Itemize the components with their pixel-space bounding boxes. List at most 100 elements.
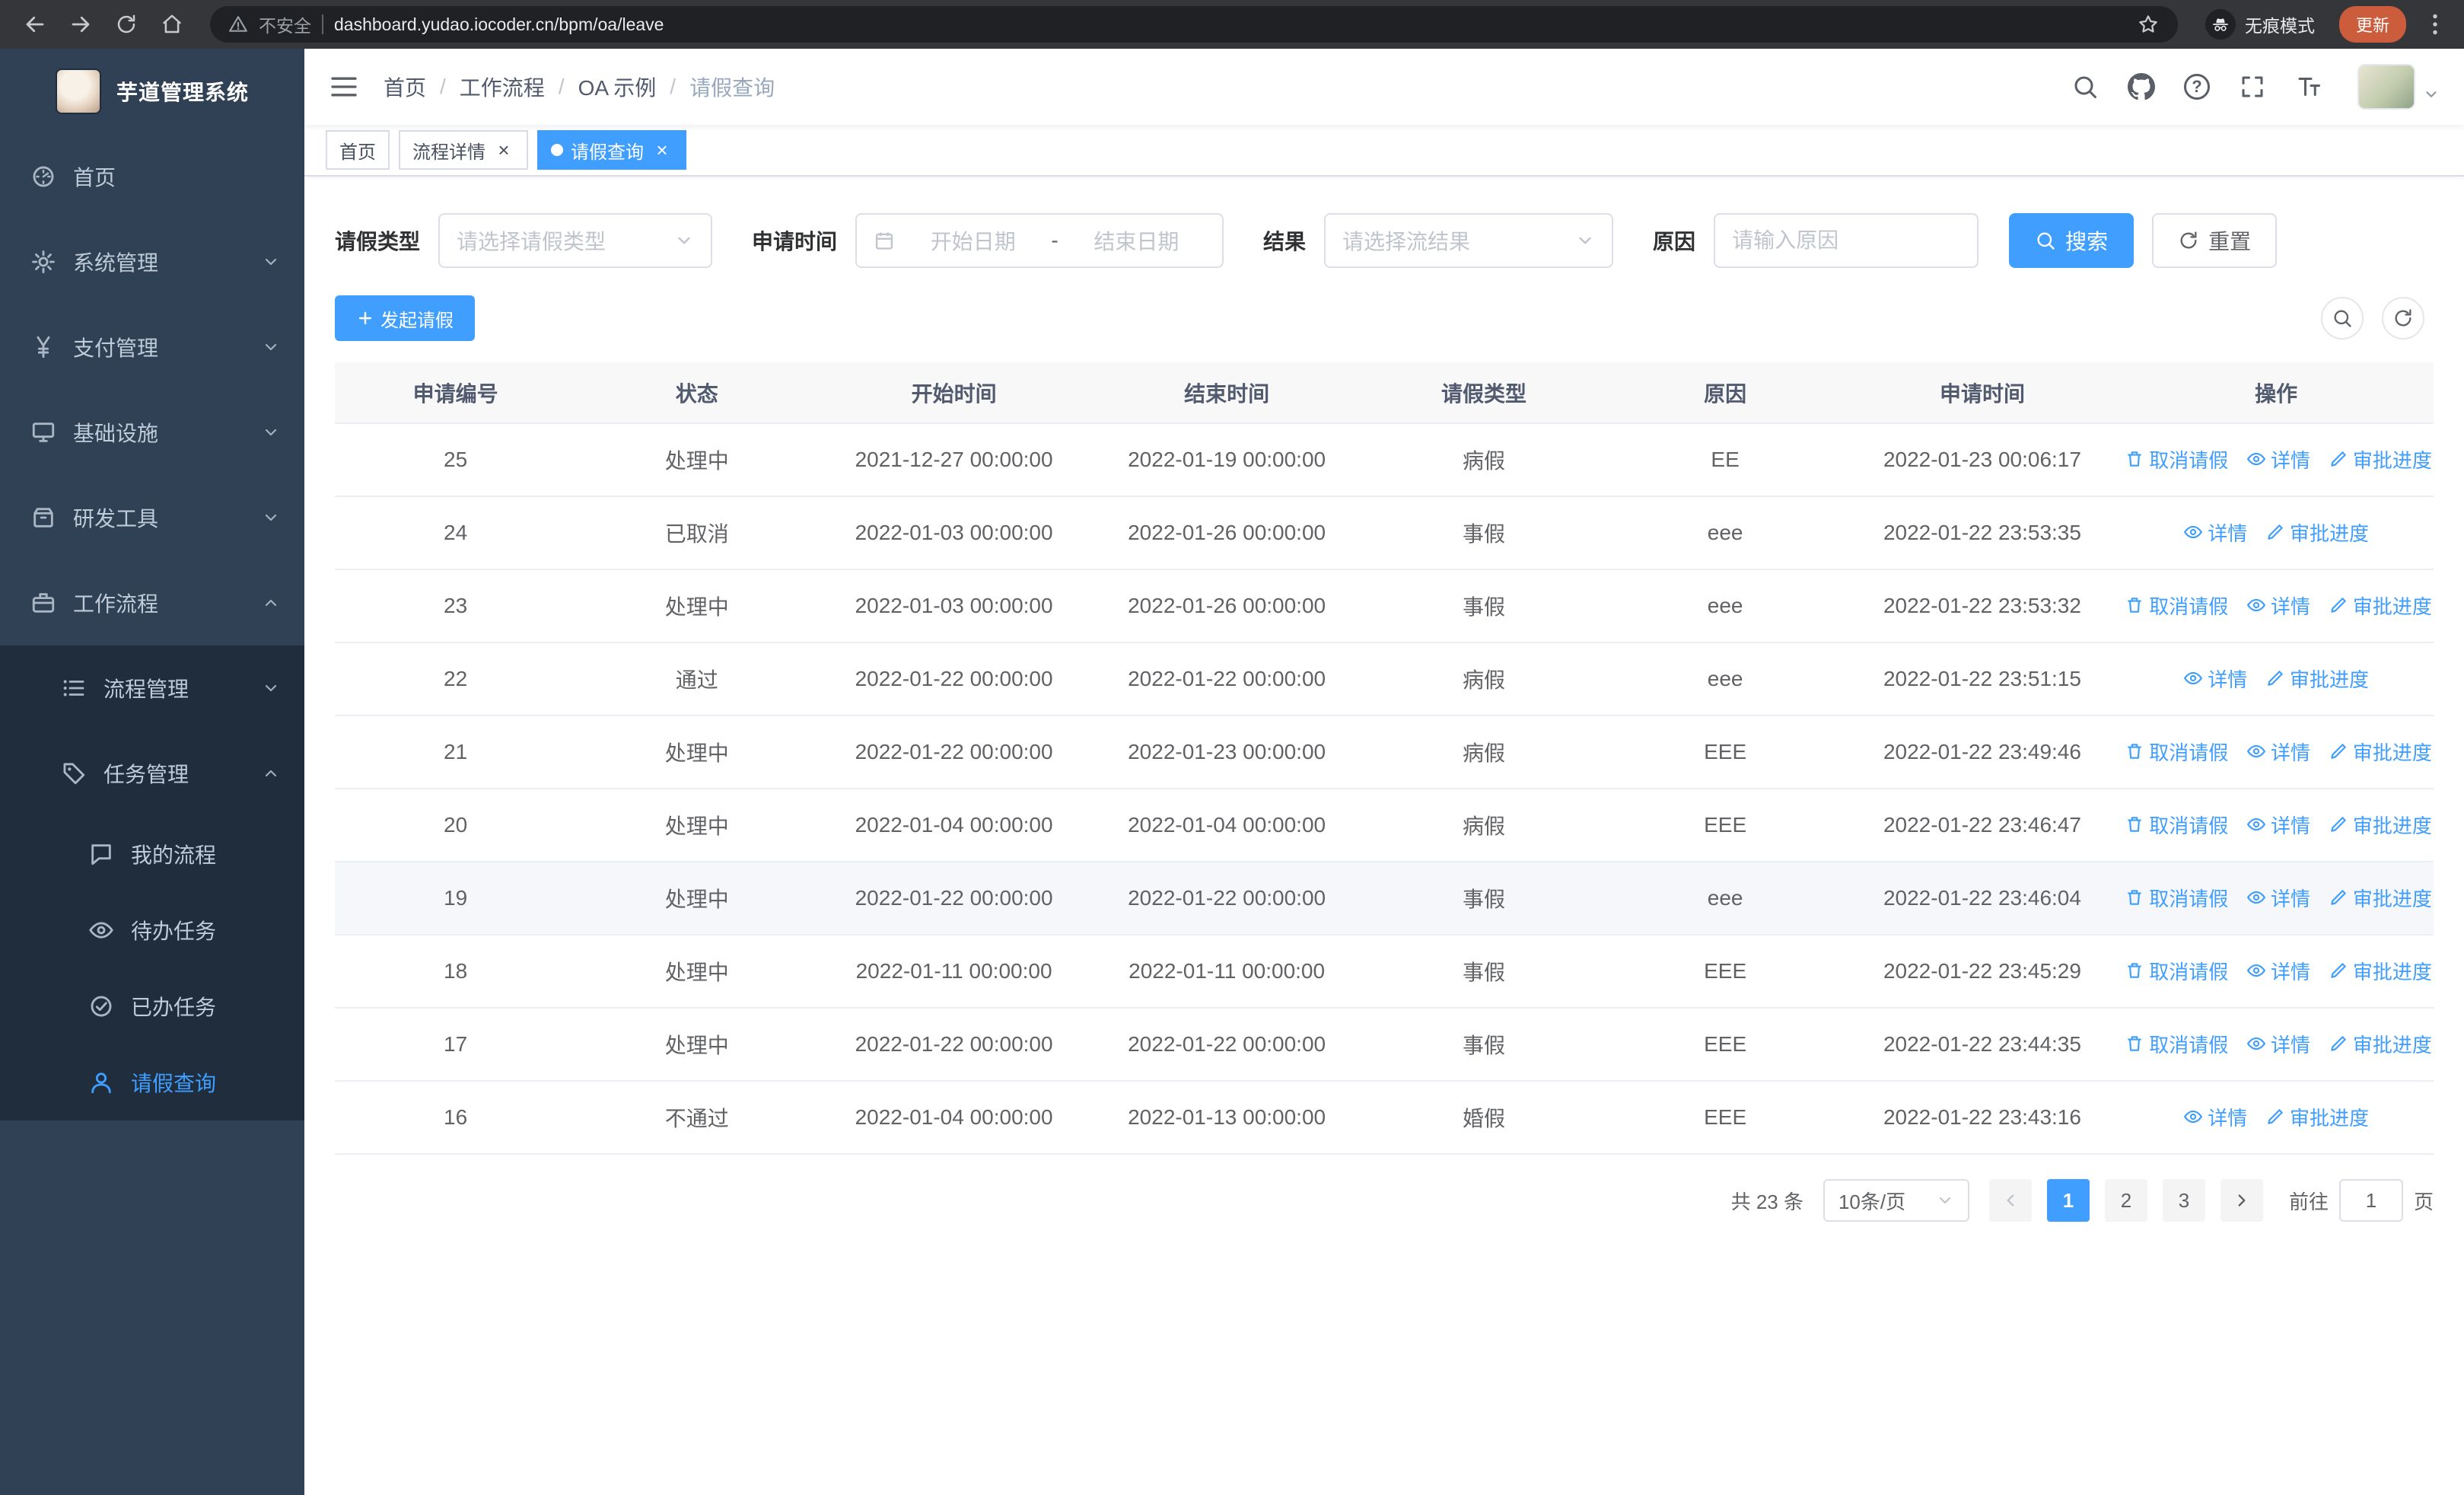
cancel-leave-link[interactable]: 取消请假 — [2125, 957, 2228, 985]
cancel-leave-link[interactable]: 取消请假 — [2125, 884, 2228, 912]
approval-progress-link[interactable]: 审批进度 — [2329, 957, 2432, 985]
detail-link[interactable]: 详情 — [2246, 957, 2310, 985]
approval-progress-link[interactable]: 审批进度 — [2329, 591, 2432, 620]
detail-link[interactable]: 详情 — [2246, 1030, 2310, 1058]
browser-reload-button[interactable] — [107, 5, 146, 44]
sidebar-item-workflow[interactable]: 工作流程 — [0, 560, 304, 645]
tab-process-detail[interactable]: 流程详情 × — [399, 130, 528, 170]
sidebar-item-task-mgmt[interactable]: 任务管理 — [0, 731, 304, 816]
cell-status: 处理中 — [576, 569, 818, 643]
detail-link[interactable]: 详情 — [2246, 811, 2310, 839]
table-refresh-button[interactable] — [2382, 297, 2424, 339]
cancel-leave-link[interactable]: 取消请假 — [2125, 445, 2228, 473]
breadcrumb-oa-example[interactable]: OA 示例 — [578, 72, 657, 102]
chevron-down-icon — [262, 423, 280, 441]
detail-link[interactable]: 详情 — [2183, 665, 2247, 693]
approval-progress-link[interactable]: 审批进度 — [2265, 518, 2369, 547]
approval-progress-link[interactable]: 审批进度 — [2265, 665, 2369, 693]
browser-back-button[interactable] — [15, 5, 55, 44]
reason-input[interactable] — [1714, 213, 1979, 268]
browser-forward-button[interactable] — [61, 5, 100, 44]
browser-home-button[interactable] — [152, 5, 192, 44]
detail-link[interactable]: 详情 — [2246, 884, 2310, 912]
table-row: 18 处理中 2022-01-11 00:00:00 2022-01-11 00… — [335, 935, 2434, 1009]
search-button[interactable]: 搜索 — [2009, 213, 2135, 268]
start-date-placeholder[interactable]: 开始日期 — [904, 225, 1042, 256]
sidebar-item-leave-query[interactable]: 请假查询 — [0, 1044, 304, 1120]
table-row: 19 处理中 2022-01-22 00:00:00 2022-01-22 00… — [335, 862, 2434, 936]
cell-reason: EEE — [1604, 1081, 1846, 1155]
cancel-leave-link[interactable]: 取消请假 — [2125, 738, 2228, 766]
security-warning[interactable]: 不安全 — [259, 11, 311, 37]
breadcrumb-home[interactable]: 首页 — [384, 72, 426, 102]
approval-progress-link[interactable]: 审批进度 — [2265, 1103, 2369, 1131]
sidebar-item-infrastructure[interactable]: 基础设施 — [0, 390, 304, 475]
cancel-leave-link[interactable]: 取消请假 — [2125, 811, 2228, 839]
browser-update-button[interactable]: 更新 — [2338, 6, 2406, 43]
app-logo[interactable]: 芋道管理系统 — [0, 49, 304, 134]
chat-icon — [88, 841, 114, 867]
table-search-toggle-button[interactable] — [2321, 297, 2364, 339]
result-select[interactable]: 请选择流结果 — [1324, 213, 1614, 268]
sidebar-item-my-process[interactable]: 我的流程 — [0, 816, 304, 892]
tab-leave-query[interactable]: 请假查询 × — [537, 130, 686, 170]
approval-progress-link[interactable]: 审批进度 — [2329, 811, 2432, 839]
sidebar-item-dev-tools[interactable]: 研发工具 — [0, 475, 304, 560]
approval-progress-link[interactable]: 审批进度 — [2329, 884, 2432, 912]
omnibox-divider — [322, 14, 323, 34]
trash-icon — [2125, 814, 2144, 834]
detail-link[interactable]: 详情 — [2183, 518, 2247, 547]
cancel-leave-link[interactable]: 取消请假 — [2125, 591, 2228, 620]
next-page-button[interactable] — [2220, 1179, 2263, 1222]
cell-start-time: 2022-01-04 00:00:00 — [817, 1081, 1090, 1155]
goto-page-input[interactable] — [2338, 1179, 2403, 1222]
gear-icon — [30, 249, 56, 275]
user-menu[interactable] — [2357, 64, 2440, 110]
prev-page-button[interactable] — [1988, 1179, 2032, 1222]
close-icon[interactable]: × — [651, 139, 673, 161]
approval-progress-link[interactable]: 审批进度 — [2329, 445, 2432, 473]
sidebar-item-todo-tasks[interactable]: 待办任务 — [0, 892, 304, 968]
page-size-select[interactable]: 10条/页 — [1823, 1179, 1969, 1222]
cell-status: 处理中 — [576, 862, 818, 936]
cell-leave-type: 病假 — [1363, 423, 1605, 497]
browser-menu-icon[interactable] — [2421, 11, 2449, 38]
reset-button[interactable]: 重置 — [2152, 213, 2278, 268]
apply-time-range[interactable]: 开始日期 - 结束日期 — [855, 213, 1224, 268]
page-button-1[interactable]: 1 — [2046, 1179, 2090, 1222]
sidebar-item-done-tasks[interactable]: 已办任务 — [0, 968, 304, 1044]
tab-home[interactable]: 首页 — [326, 130, 390, 170]
sidebar-item-process-mgmt[interactable]: 流程管理 — [0, 645, 304, 731]
detail-link[interactable]: 详情 — [2246, 738, 2310, 766]
cancel-leave-link[interactable]: 取消请假 — [2125, 1030, 2228, 1058]
detail-link[interactable]: 详情 — [2246, 591, 2310, 620]
trash-icon — [2125, 888, 2144, 907]
cell-end-time: 2022-01-22 00:00:00 — [1090, 642, 1364, 716]
approval-progress-link[interactable]: 审批进度 — [2329, 738, 2432, 766]
create-leave-button[interactable]: 发起请假 — [335, 295, 475, 341]
github-icon[interactable] — [2128, 73, 2155, 100]
sidebar-item-payment-mgmt[interactable]: 支付管理 — [0, 304, 304, 390]
address-bar[interactable]: 不安全 dashboard.yudao.iocoder.cn/bpm/oa/le… — [210, 6, 2178, 43]
approval-progress-link[interactable]: 审批进度 — [2329, 1030, 2432, 1058]
page-button-3[interactable]: 3 — [2162, 1179, 2205, 1222]
fullscreen-icon[interactable] — [2239, 73, 2266, 100]
page-button-2[interactable]: 2 — [2104, 1179, 2147, 1222]
sidebar-collapse-icon[interactable] — [329, 72, 359, 102]
check-circle-icon — [88, 993, 114, 1019]
breadcrumb-workflow[interactable]: 工作流程 — [460, 72, 545, 102]
leave-type-select[interactable]: 请选择请假类型 — [438, 213, 713, 268]
close-icon[interactable]: × — [493, 139, 514, 161]
bookmark-star-icon[interactable] — [2137, 13, 2160, 36]
detail-link[interactable]: 详情 — [2183, 1103, 2247, 1131]
leave-table: 申请编号 状态 开始时间 结束时间 请假类型 原因 申请时间 操作 25 处理中… — [335, 362, 2434, 1155]
plus-icon — [356, 309, 374, 327]
end-date-placeholder[interactable]: 结束日期 — [1068, 225, 1205, 256]
help-icon[interactable]: ? — [2184, 74, 2210, 100]
avatar[interactable] — [2357, 64, 2415, 110]
sidebar-item-system-mgmt[interactable]: 系统管理 — [0, 219, 304, 304]
font-size-icon[interactable] — [2295, 73, 2322, 100]
detail-link[interactable]: 详情 — [2246, 445, 2310, 473]
search-icon[interactable] — [2071, 73, 2099, 100]
sidebar-item-home[interactable]: 首页 — [0, 134, 304, 219]
